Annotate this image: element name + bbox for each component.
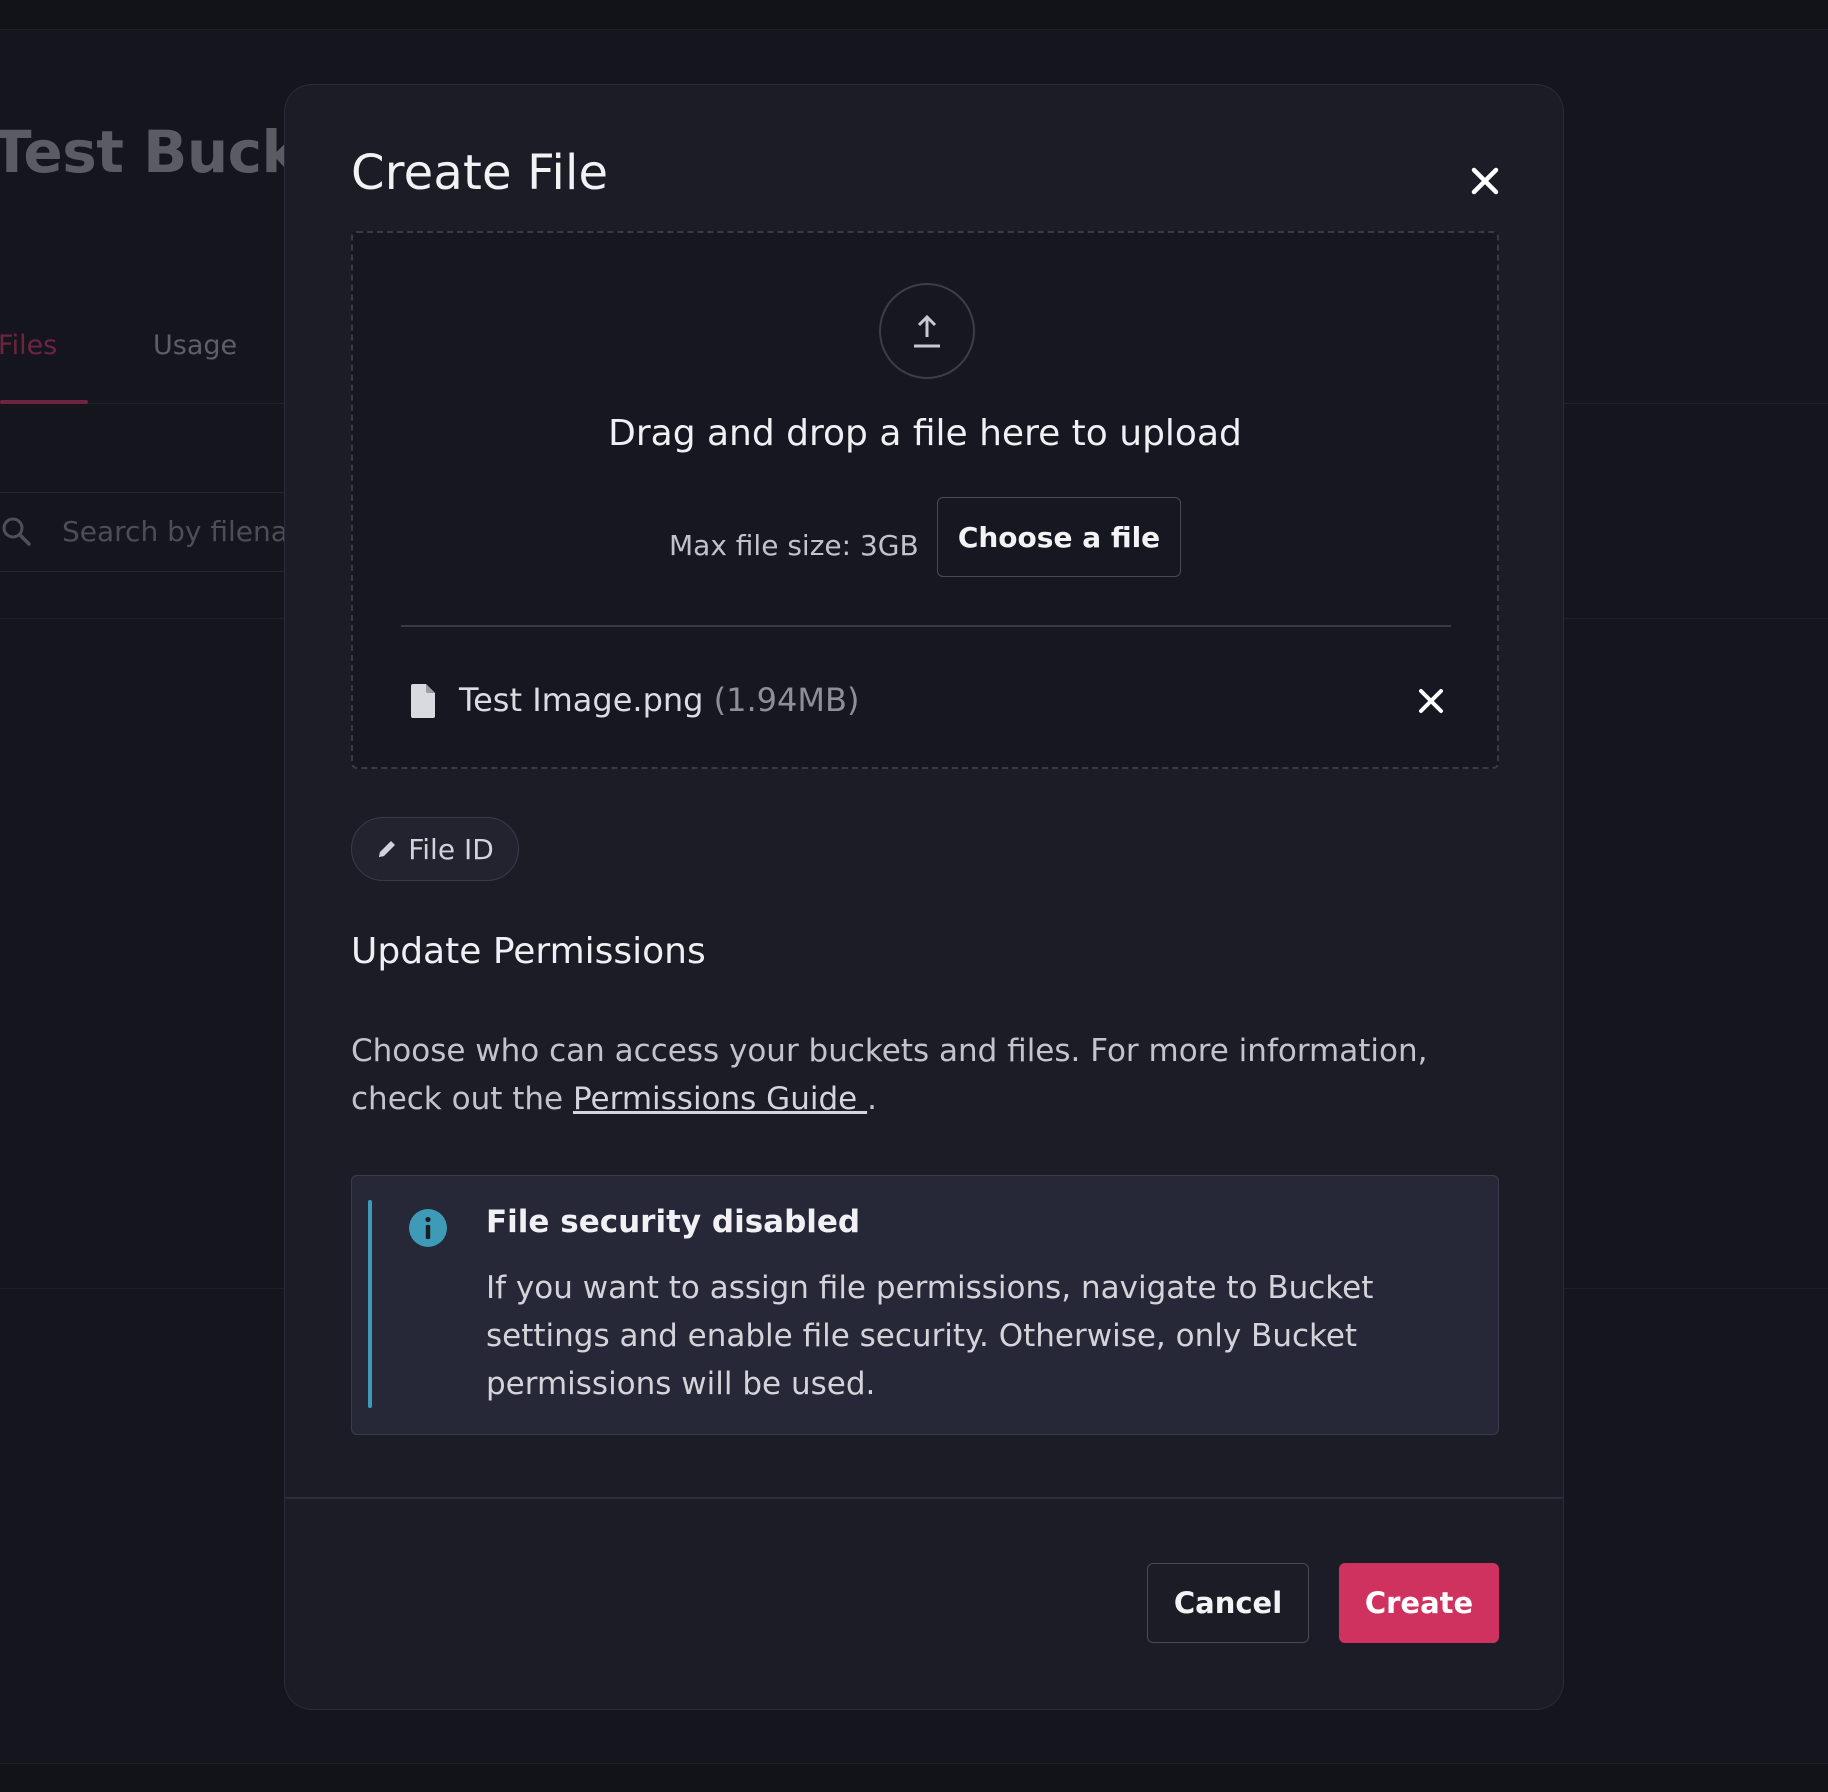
choose-file-button[interactable]: Choose a file — [937, 497, 1181, 577]
file-name-text: Test Image.png — [459, 681, 704, 719]
permissions-description: Choose who can access your buckets and f… — [351, 1027, 1471, 1123]
file-size: (1.94MB) — [713, 681, 860, 719]
alert-body: If you want to assign file permissions, … — [486, 1270, 1374, 1402]
permissions-guide-link[interactable]: Permissions Guide — [573, 1081, 867, 1117]
dropzone-heading: Drag and drop a file here to upload — [608, 413, 1242, 454]
selected-file-row: Test Image.png (1.94MB) — [405, 673, 1455, 737]
info-icon — [409, 1209, 447, 1247]
top-bar — [0, 0, 1828, 30]
active-tab-indicator — [0, 400, 88, 404]
dropzone-divider — [401, 625, 1451, 627]
description-end: . — [867, 1081, 877, 1117]
search-icon — [2, 517, 31, 546]
tab-files[interactable]: Files — [0, 330, 57, 361]
cancel-button[interactable]: Cancel — [1147, 1563, 1309, 1643]
modal-title: Create File — [351, 145, 609, 201]
upload-icon-circle — [879, 283, 975, 379]
tab-usage[interactable]: Usage — [153, 330, 237, 361]
file-id-label: File ID — [408, 832, 494, 866]
file-dropzone[interactable]: Drag and drop a file here to upload Max … — [351, 231, 1499, 769]
close-icon — [1419, 689, 1443, 713]
alert-accent-bar — [368, 1200, 372, 1408]
permissions-title: Update Permissions — [351, 931, 706, 972]
alert-title: File security disabled — [486, 1204, 861, 1240]
close-icon — [1471, 167, 1499, 195]
pencil-icon — [379, 841, 396, 857]
create-button[interactable]: Create — [1339, 1563, 1499, 1643]
info-alert: File security disabled If you want to as… — [351, 1175, 1499, 1435]
footer-divider — [285, 1497, 1563, 1499]
file-icon — [411, 684, 435, 718]
file-id-button[interactable]: File ID — [351, 817, 519, 881]
file-name: Test Image.png (1.94MB) — [459, 681, 859, 719]
bottom-bar — [0, 1763, 1828, 1792]
search-input[interactable]: Search by filename — [0, 492, 332, 572]
upload-icon — [914, 314, 940, 348]
description-text: Choose who can access your buckets and f… — [351, 1033, 1428, 1117]
create-file-modal: Create File Drag and drop a file here to… — [284, 84, 1564, 1710]
close-button[interactable] — [1459, 155, 1511, 207]
remove-file-button[interactable] — [1409, 679, 1453, 723]
max-file-size: Max file size: 3GB — [669, 529, 919, 562]
